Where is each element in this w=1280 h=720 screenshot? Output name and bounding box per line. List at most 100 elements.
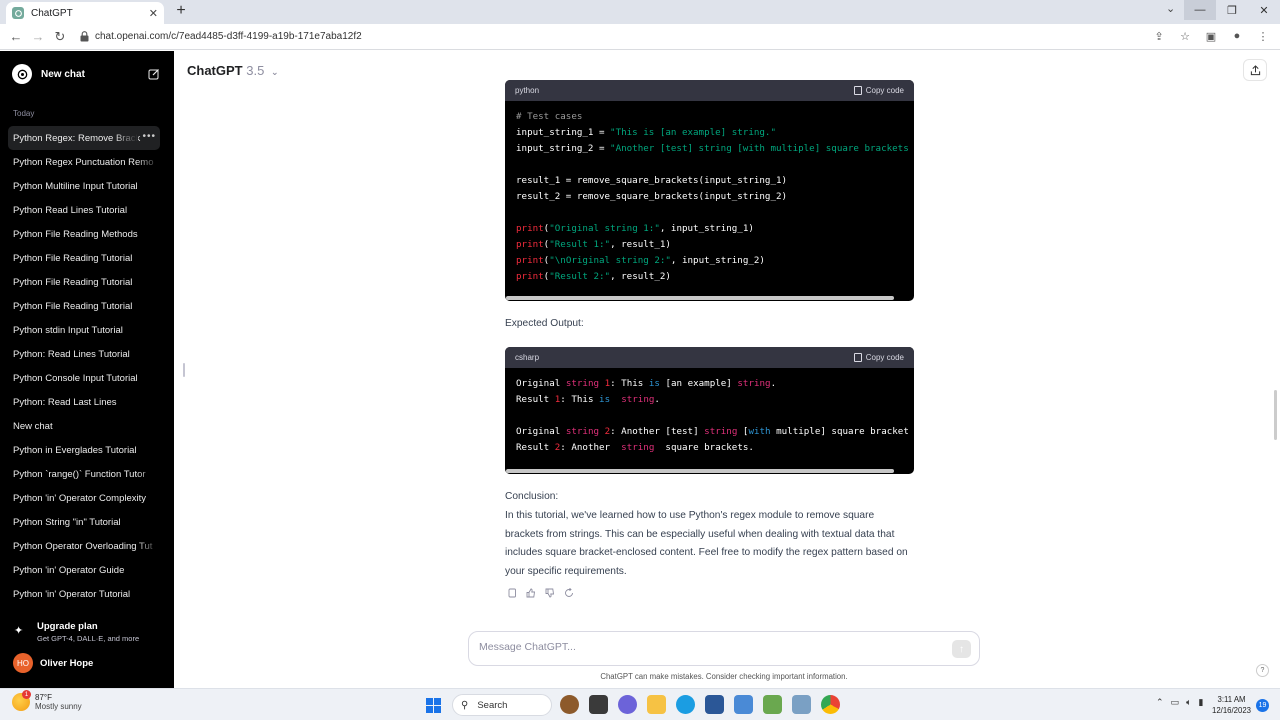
page-scrollbar[interactable] <box>1274 390 1277 440</box>
sidebar-item-conversation[interactable]: Python String "in" Tutorial <box>8 510 160 534</box>
browser-tab[interactable]: ChatGPT ✕ <box>6 2 164 24</box>
sidebar-item-conversation[interactable]: Python File Reading Tutorial <box>8 270 160 294</box>
share-button[interactable] <box>1243 59 1267 81</box>
regenerate-icon[interactable] <box>564 587 574 598</box>
upgrade-plan-button[interactable]: ✦ Upgrade plan Get GPT-4, DALL·E, and mo… <box>14 621 164 643</box>
sidebar-item-conversation[interactable]: Python in Everglades Tutorial <box>8 438 160 462</box>
weather-widget[interactable]: 1 87°F Mostly sunny <box>12 690 82 711</box>
more-options-icon[interactable]: ••• <box>142 131 156 142</box>
code-content: Original string 1: This is [an example] … <box>516 378 909 453</box>
sidebar-item-conversation[interactable]: Python Operator Overloading Tut <box>8 534 160 558</box>
photos-icon[interactable] <box>792 695 811 714</box>
store-icon[interactable] <box>705 695 724 714</box>
reload-icon[interactable]: ↻ <box>52 29 68 45</box>
disclaimer-text: ChatGPT can make mistakes. Consider chec… <box>600 672 848 681</box>
sidebar-item-conversation[interactable]: Python File Reading Tutorial <box>8 294 160 318</box>
code-content: # Test cases input_string_1 = "This is [… <box>516 111 909 282</box>
sidebar-item-conversation[interactable]: Python: Read Lines Tutorial <box>8 342 160 366</box>
mail-icon[interactable] <box>734 695 753 714</box>
code-block-header: python Copy code <box>505 80 914 101</box>
code-scrollbar[interactable] <box>506 469 894 473</box>
lock-icon[interactable] <box>80 31 89 42</box>
send-button[interactable]: ↑ <box>952 640 971 658</box>
compose-icon[interactable] <box>148 68 160 80</box>
back-arrow-icon[interactable]: ← <box>8 29 24 44</box>
message-input[interactable] <box>479 641 939 653</box>
taskbar-search[interactable]: ⚲ Search <box>452 694 552 716</box>
windows-start-icon[interactable] <box>426 698 441 713</box>
sidebar-item-conversation[interactable]: Python Read Lines Tutorial <box>8 198 160 222</box>
sparkle-icon: ✦ <box>14 625 24 637</box>
copy-code-button[interactable]: Copy code <box>853 353 904 362</box>
new-chat-label: New chat <box>41 68 85 80</box>
taskbar-apps <box>560 695 840 714</box>
minimize-icon[interactable]: — <box>1184 0 1216 20</box>
sidebar-item-conversation[interactable]: Python Multiline Input Tutorial <box>8 174 160 198</box>
notification-badge[interactable]: 19 <box>1256 699 1269 712</box>
share-icon <box>1250 64 1260 75</box>
system-tray: ⌃ ▭ 🔈︎ ▮ <box>1156 697 1203 708</box>
code-scrollbar[interactable] <box>506 296 894 300</box>
tab-close-icon[interactable]: ✕ <box>149 7 158 20</box>
sidebar-item-conversation[interactable]: Python 'in' Operator Tutorial <box>8 582 160 606</box>
search-icon: ⚲ <box>461 699 469 711</box>
battery-icon[interactable]: ▮ <box>1198 697 1203 708</box>
url-text[interactable]: chat.openai.com/c/7ead4485-d3ff-4199-a19… <box>95 31 362 42</box>
upgrade-title: Upgrade plan <box>37 621 98 632</box>
share-page-icon[interactable]: ⇪ <box>1152 29 1166 43</box>
volume-icon[interactable]: 🔈︎ <box>1186 697 1191 708</box>
profile-icon[interactable]: ● <box>1230 29 1244 43</box>
task-view-icon[interactable] <box>589 695 608 714</box>
page-title: ChatGPT <box>187 63 243 78</box>
os-taskbar: 1 87°F Mostly sunny ⚲ Search ⌃ ▭ 🔈︎ ▮ 3:… <box>0 688 1280 720</box>
sidepanel-icon[interactable]: ▣ <box>1204 29 1218 43</box>
edge-browser-icon[interactable] <box>676 695 695 714</box>
openai-logo-icon <box>12 64 32 84</box>
window-controls: — ❐ ✕ <box>1184 0 1280 22</box>
forward-arrow-icon[interactable]: → <box>30 29 46 44</box>
window-close-icon[interactable]: ✕ <box>1248 0 1280 20</box>
network-icon[interactable]: ▭ <box>1171 697 1180 708</box>
user-menu-button[interactable]: HO Oliver Hope <box>13 653 93 673</box>
new-tab-icon[interactable]: + <box>172 2 190 20</box>
sidebar-item-conversation[interactable]: Python stdin Input Tutorial <box>8 318 160 342</box>
copy-icon[interactable] <box>507 587 517 598</box>
sidebar-item-conversation[interactable]: Python `range()` Function Tutor <box>8 462 160 486</box>
sidebar-item-conversation[interactable]: Python Regex: Remove Brack ••• <box>8 126 160 150</box>
arrow-up-icon: ↑ <box>959 643 964 655</box>
copy-code-button[interactable]: Copy code <box>853 86 904 95</box>
expected-output-label: Expected Output: <box>505 318 584 329</box>
taskbar-clock[interactable]: 3:11 AM 12/16/2023 <box>1212 694 1251 716</box>
chevron-up-icon[interactable]: ⌃ <box>1156 697 1164 708</box>
restore-icon[interactable]: ❐ <box>1216 0 1248 20</box>
sidebar-item-conversation[interactable]: Python File Reading Methods <box>8 222 160 246</box>
bookmark-star-icon[interactable]: ☆ <box>1178 29 1192 43</box>
help-button[interactable]: ? <box>1256 664 1269 677</box>
notepad-icon[interactable] <box>763 695 782 714</box>
message-actions <box>507 587 574 598</box>
model-selector[interactable]: ChatGPT 3.5 ⌄ <box>187 63 279 78</box>
browser-menu-icon[interactable]: ⋮ <box>1256 29 1270 43</box>
code-block-python: python Copy code # Test cases input_stri… <box>505 80 914 301</box>
chrome-icon[interactable] <box>821 695 840 714</box>
conclusion-label: Conclusion: <box>505 491 559 502</box>
new-chat-button[interactable]: New chat <box>8 63 160 85</box>
sidebar-item-conversation[interactable]: Python Console Input Tutorial <box>8 366 160 390</box>
sidebar-item-conversation[interactable]: New chat <box>8 414 160 438</box>
tab-search-chevron-icon[interactable]: ⌄ <box>1166 2 1175 15</box>
sidebar-toggle-handle[interactable] <box>183 363 185 377</box>
file-explorer-icon[interactable] <box>647 695 666 714</box>
sun-icon: 1 <box>12 690 31 711</box>
weather-desc: Mostly sunny <box>35 702 82 711</box>
sidebar-item-conversation[interactable]: Python Regex Punctuation Remo <box>8 150 160 174</box>
address-bar-icons: ⇪ ☆ ▣ ● ⋮ <box>1152 29 1270 43</box>
sidebar-item-conversation[interactable]: Python 'in' Operator Guide <box>8 558 160 582</box>
thumbs-up-icon[interactable] <box>526 587 536 598</box>
thumbs-down-icon[interactable] <box>545 587 555 598</box>
sidebar-item-conversation[interactable]: Python File Reading Tutorial <box>8 246 160 270</box>
chat-app-icon[interactable] <box>618 695 637 714</box>
clipboard-icon <box>853 86 862 95</box>
sidebar-item-conversation[interactable]: Python 'in' Operator Complexity <box>8 486 160 510</box>
sidebar-item-conversation[interactable]: Python: Read Last Lines <box>8 390 160 414</box>
football-app-icon[interactable] <box>560 695 579 714</box>
